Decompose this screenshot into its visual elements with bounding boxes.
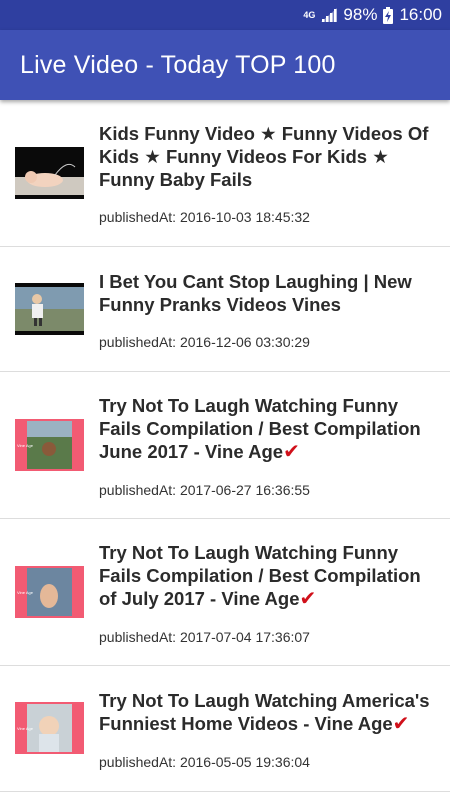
status-bar: 4G 98% 16:00: [0, 0, 450, 30]
video-thumbnail[interactable]: Vine Age: [15, 419, 84, 471]
video-published-date: publishedAt: 2016-05-05 19:36:04: [99, 754, 310, 770]
video-thumbnail[interactable]: Vine Age: [15, 702, 84, 754]
video-published-date: publishedAt: 2016-12-06 03:30:29: [99, 334, 310, 350]
video-list-item[interactable]: Vine Age Try Not To Laugh Watching Funny…: [0, 372, 450, 519]
battery-charging-icon: [383, 6, 394, 24]
video-title[interactable]: Try Not To Laugh Watching America's Funn…: [99, 689, 438, 736]
verified-check-icon: ✔: [299, 588, 317, 610]
video-title[interactable]: Kids Funny Video ★ Funny Videos Of Kids …: [99, 122, 438, 191]
video-thumbnail[interactable]: Vine Age: [15, 566, 84, 618]
network-type-indicator: 4G: [303, 9, 316, 20]
video-title[interactable]: Try Not To Laugh Watching Funny Fails Co…: [99, 541, 438, 611]
video-published-date: publishedAt: 2017-07-04 17:36:07: [99, 629, 310, 645]
video-details: Kids Funny Video ★ Funny Videos Of Kids …: [99, 122, 438, 225]
svg-text:Vine Age: Vine Age: [17, 590, 34, 595]
video-details: Try Not To Laugh Watching Funny Fails Co…: [99, 541, 438, 645]
video-list-item[interactable]: Vine Age Try Not To Laugh Watching Ameri…: [0, 666, 450, 792]
video-list-item[interactable]: Kids Funny Video ★ Funny Videos Of Kids …: [0, 100, 450, 247]
video-details: Try Not To Laugh Watching America's Funn…: [99, 689, 438, 770]
video-title[interactable]: I Bet You Cant Stop Laughing | New Funny…: [99, 270, 438, 316]
svg-text:Vine Age: Vine Age: [17, 443, 34, 448]
video-thumbnail[interactable]: [15, 283, 84, 335]
video-list[interactable]: Kids Funny Video ★ Funny Videos Of Kids …: [0, 100, 450, 800]
verified-check-icon: ✔: [392, 713, 410, 735]
signal-strength-icon: [321, 8, 338, 22]
app-title: Live Video - Today TOP 100: [20, 50, 336, 79]
video-thumbnail[interactable]: [15, 147, 84, 199]
clock: 16:00: [399, 5, 442, 24]
video-details: Try Not To Laugh Watching Funny Fails Co…: [99, 394, 438, 498]
video-published-date: publishedAt: 2016-10-03 18:45:32: [99, 209, 310, 225]
video-details: I Bet You Cant Stop Laughing | New Funny…: [99, 270, 438, 350]
video-list-item[interactable]: I Bet You Cant Stop Laughing | New Funny…: [0, 247, 450, 372]
video-title[interactable]: Try Not To Laugh Watching Funny Fails Co…: [99, 394, 438, 464]
video-list-item[interactable]: Vine Age Try Not To Laugh Watching Funny…: [0, 519, 450, 666]
verified-check-icon: ✔: [283, 441, 300, 463]
app-bar: Live Video - Today TOP 100: [0, 30, 450, 100]
video-published-date: publishedAt: 2017-06-27 16:36:55: [99, 482, 310, 498]
svg-text:Vine Age: Vine Age: [17, 726, 34, 731]
battery-percent: 98%: [343, 5, 378, 24]
